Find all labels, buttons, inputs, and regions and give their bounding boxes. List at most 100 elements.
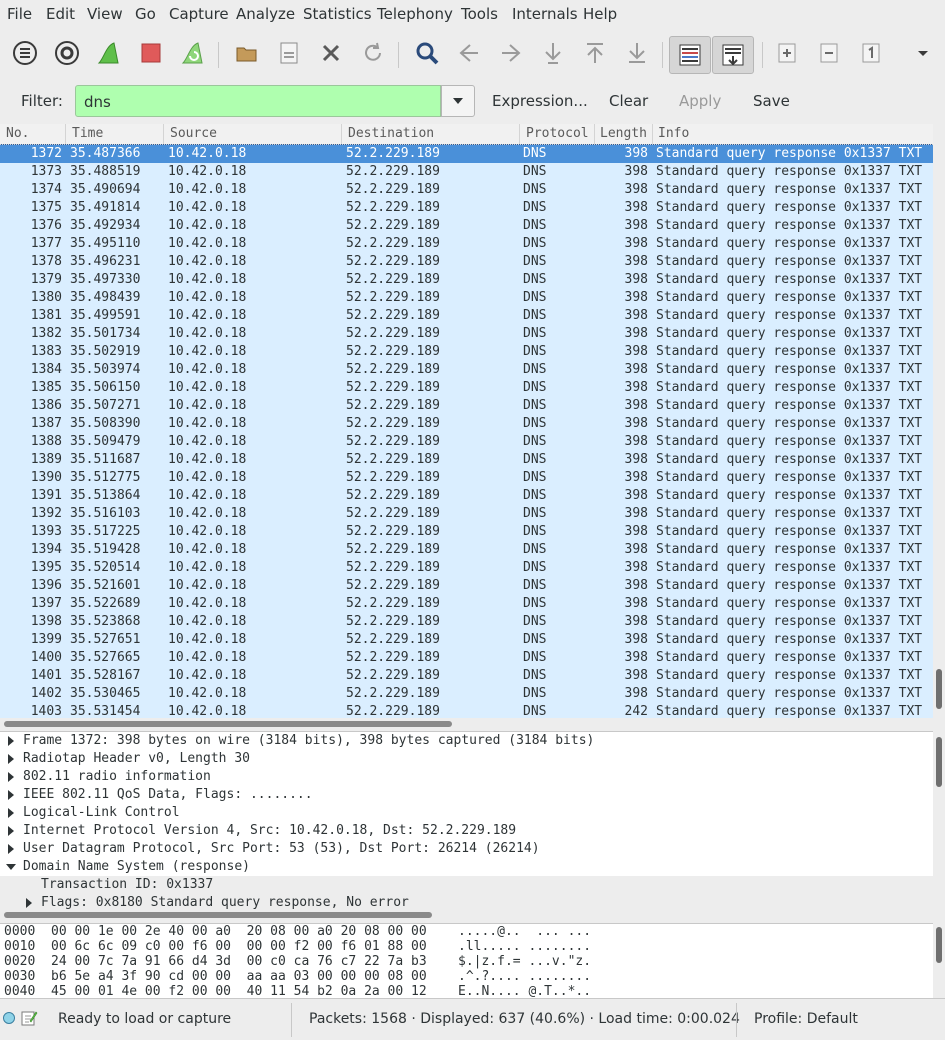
capture-options-icon[interactable] xyxy=(52,38,82,68)
profile-status[interactable]: Profile: Default xyxy=(754,1011,858,1027)
clear-button[interactable]: Clear xyxy=(609,92,648,110)
expander-right-icon[interactable] xyxy=(26,898,32,908)
col-no[interactable]: No. xyxy=(6,126,29,141)
col-source[interactable]: Source xyxy=(170,126,217,141)
table-row[interactable]: 1376 35.492934 10.42.0.18 52.2.229.189 DNS 39… xyxy=(0,217,933,235)
hex-row[interactable]: 0040 45 00 01 4e 00 f2 00 00 40 11 54 b2 … xyxy=(0,984,933,998)
table-row[interactable]: 1396 35.521601 10.42.0.18 52.2.229.189 DNS 39… xyxy=(0,577,933,595)
table-row[interactable]: 1388 35.509479 10.42.0.18 52.2.229.189 DNS 39… xyxy=(0,433,933,451)
colorize-icon[interactable] xyxy=(669,36,711,74)
reload-icon[interactable] xyxy=(358,38,388,68)
table-row[interactable]: 1393 35.517225 10.42.0.18 52.2.229.189 DNS 39… xyxy=(0,523,933,541)
table-row[interactable]: 1390 35.512775 10.42.0.18 52.2.229.189 DNS 39… xyxy=(0,469,933,487)
table-row[interactable]: 1389 35.511687 10.42.0.18 52.2.229.189 DNS 39… xyxy=(0,451,933,469)
save-filter-button[interactable]: Save xyxy=(753,92,790,110)
menu-file[interactable]: File xyxy=(7,5,32,23)
expander-right-icon[interactable] xyxy=(8,736,14,746)
table-row[interactable]: 1399 35.527651 10.42.0.18 52.2.229.189 DNS 39… xyxy=(0,631,933,649)
tree-item[interactable]: Logical-Link Control xyxy=(0,804,933,822)
col-protocol[interactable]: Protocol xyxy=(526,126,589,141)
col-info[interactable]: Info xyxy=(658,126,689,141)
table-row[interactable]: 1374 35.490694 10.42.0.18 52.2.229.189 DNS 39… xyxy=(0,181,933,199)
details-hscrollbar[interactable] xyxy=(0,909,933,921)
expander-right-icon[interactable] xyxy=(8,844,14,854)
hex-row[interactable]: 0020 24 00 7c 7a 91 66 d4 3d 00 c0 ca 76 … xyxy=(0,954,933,969)
interfaces-icon[interactable] xyxy=(10,38,40,68)
packet-bytes-pane[interactable]: 0000 00 00 1e 00 2e 40 00 a0 20 08 00 a0 … xyxy=(0,923,933,998)
tree-item[interactable]: Frame 1372: 398 bytes on wire (3184 bits… xyxy=(0,732,933,750)
close-file-icon[interactable] xyxy=(316,38,346,68)
menu-tools[interactable]: Tools xyxy=(461,5,498,23)
menu-help[interactable]: Help xyxy=(583,5,617,23)
details-vscrollbar[interactable] xyxy=(933,731,945,909)
more-icon[interactable] xyxy=(908,38,938,68)
expander-down-icon[interactable] xyxy=(6,864,16,870)
packet-details-tree[interactable]: Frame 1372: 398 bytes on wire (3184 bits… xyxy=(0,731,933,910)
menu-internals[interactable]: Internals xyxy=(512,5,578,23)
table-row[interactable]: 1403 35.531454 10.42.0.18 52.2.229.189 DNS 24… xyxy=(0,703,933,718)
last-packet-icon[interactable] xyxy=(622,38,652,68)
col-destination[interactable]: Destination xyxy=(348,126,434,141)
menu-capture[interactable]: Capture xyxy=(169,5,229,23)
tree-item[interactable]: Internet Protocol Version 4, Src: 10.42.… xyxy=(0,822,933,840)
hex-row[interactable]: 0000 00 00 1e 00 2e 40 00 a0 20 08 00 a0 … xyxy=(0,924,933,939)
table-row[interactable]: 1385 35.506150 10.42.0.18 52.2.229.189 DNS 39… xyxy=(0,379,933,397)
bytes-vscrollbar[interactable] xyxy=(933,923,945,997)
table-row[interactable]: 1397 35.522689 10.42.0.18 52.2.229.189 DNS 39… xyxy=(0,595,933,613)
table-row[interactable]: 1381 35.499591 10.42.0.18 52.2.229.189 DNS 39… xyxy=(0,307,933,325)
table-row[interactable]: 1383 35.502919 10.42.0.18 52.2.229.189 DNS 39… xyxy=(0,343,933,361)
tree-item[interactable]: 802.11 radio information xyxy=(0,768,933,786)
restart-capture-icon[interactable] xyxy=(178,38,208,68)
table-row[interactable]: 1400 35.527665 10.42.0.18 52.2.229.189 DNS 39… xyxy=(0,649,933,667)
menu-statistics[interactable]: Statistics xyxy=(303,5,372,23)
zoom-out-icon[interactable] xyxy=(814,38,844,68)
display-filter-input[interactable]: dns xyxy=(75,85,441,117)
hex-row[interactable]: 0010 00 6c 6c 09 c0 00 f6 00 00 00 f2 00 … xyxy=(0,939,933,954)
table-row[interactable]: 1401 35.528167 10.42.0.18 52.2.229.189 DNS 39… xyxy=(0,667,933,685)
save-file-icon[interactable] xyxy=(274,38,304,68)
table-row[interactable]: 1386 35.507271 10.42.0.18 52.2.229.189 DNS 39… xyxy=(0,397,933,415)
go-to-packet-icon[interactable] xyxy=(538,38,568,68)
autoscroll-icon[interactable] xyxy=(712,36,754,74)
filter-history-dropdown[interactable] xyxy=(441,85,475,117)
first-packet-icon[interactable] xyxy=(580,38,610,68)
zoom-in-icon[interactable] xyxy=(772,38,802,68)
stop-capture-icon[interactable] xyxy=(136,38,166,68)
table-row[interactable]: 1392 35.516103 10.42.0.18 52.2.229.189 DNS 39… xyxy=(0,505,933,523)
start-capture-icon[interactable] xyxy=(94,38,124,68)
open-file-icon[interactable] xyxy=(232,38,262,68)
tree-item[interactable]: IEEE 802.11 QoS Data, Flags: ........ xyxy=(0,786,933,804)
table-row[interactable]: 1375 35.491814 10.42.0.18 52.2.229.189 DNS 39… xyxy=(0,199,933,217)
hex-row[interactable]: 0030 b6 5e a4 3f 90 cd 00 00 aa aa 03 00 … xyxy=(0,969,933,984)
packet-list-hscrollbar[interactable] xyxy=(0,718,933,730)
tree-item[interactable]: User Datagram Protocol, Src Port: 53 (53… xyxy=(0,840,933,858)
menu-analyze[interactable]: Analyze xyxy=(236,5,295,23)
menu-edit[interactable]: Edit xyxy=(46,5,75,23)
table-row[interactable]: 1372 35.487366 10.42.0.18 52.2.229.189 DNS 39… xyxy=(0,144,933,164)
col-length[interactable]: Length xyxy=(600,126,647,141)
table-row[interactable]: 1378 35.496231 10.42.0.18 52.2.229.189 DNS 39… xyxy=(0,253,933,271)
table-row[interactable]: 1398 35.523868 10.42.0.18 52.2.229.189 DNS 39… xyxy=(0,613,933,631)
table-row[interactable]: 1391 35.513864 10.42.0.18 52.2.229.189 DNS 39… xyxy=(0,487,933,505)
table-row[interactable]: 1402 35.530465 10.42.0.18 52.2.229.189 DNS 39… xyxy=(0,685,933,703)
table-row[interactable]: 1394 35.519428 10.42.0.18 52.2.229.189 DNS 39… xyxy=(0,541,933,559)
go-forward-icon[interactable] xyxy=(496,38,526,68)
tree-item[interactable]: Transaction ID: 0x1337 xyxy=(0,876,933,894)
table-row[interactable]: 1395 35.520514 10.42.0.18 52.2.229.189 DNS 39… xyxy=(0,559,933,577)
expander-right-icon[interactable] xyxy=(8,772,14,782)
expert-info-icon[interactable] xyxy=(3,1012,15,1024)
table-row[interactable]: 1379 35.497330 10.42.0.18 52.2.229.189 DNS 39… xyxy=(0,271,933,289)
normal-size-icon[interactable] xyxy=(856,38,886,68)
find-icon[interactable] xyxy=(412,38,442,68)
expander-right-icon[interactable] xyxy=(8,754,14,764)
col-time[interactable]: Time xyxy=(72,126,103,141)
packet-list-vscrollbar[interactable] xyxy=(933,124,945,718)
table-row[interactable]: 1382 35.501734 10.42.0.18 52.2.229.189 DNS 39… xyxy=(0,325,933,343)
menu-telephony[interactable]: Telephony xyxy=(377,5,453,23)
menu-view[interactable]: View xyxy=(87,5,123,23)
go-back-icon[interactable] xyxy=(454,38,484,68)
menu-go[interactable]: Go xyxy=(135,5,156,23)
expression-button[interactable]: Expression... xyxy=(492,92,588,110)
tree-item[interactable]: Domain Name System (response) xyxy=(0,858,933,876)
packet-list[interactable]: No. Time Source Destination Protocol Len… xyxy=(0,124,933,718)
